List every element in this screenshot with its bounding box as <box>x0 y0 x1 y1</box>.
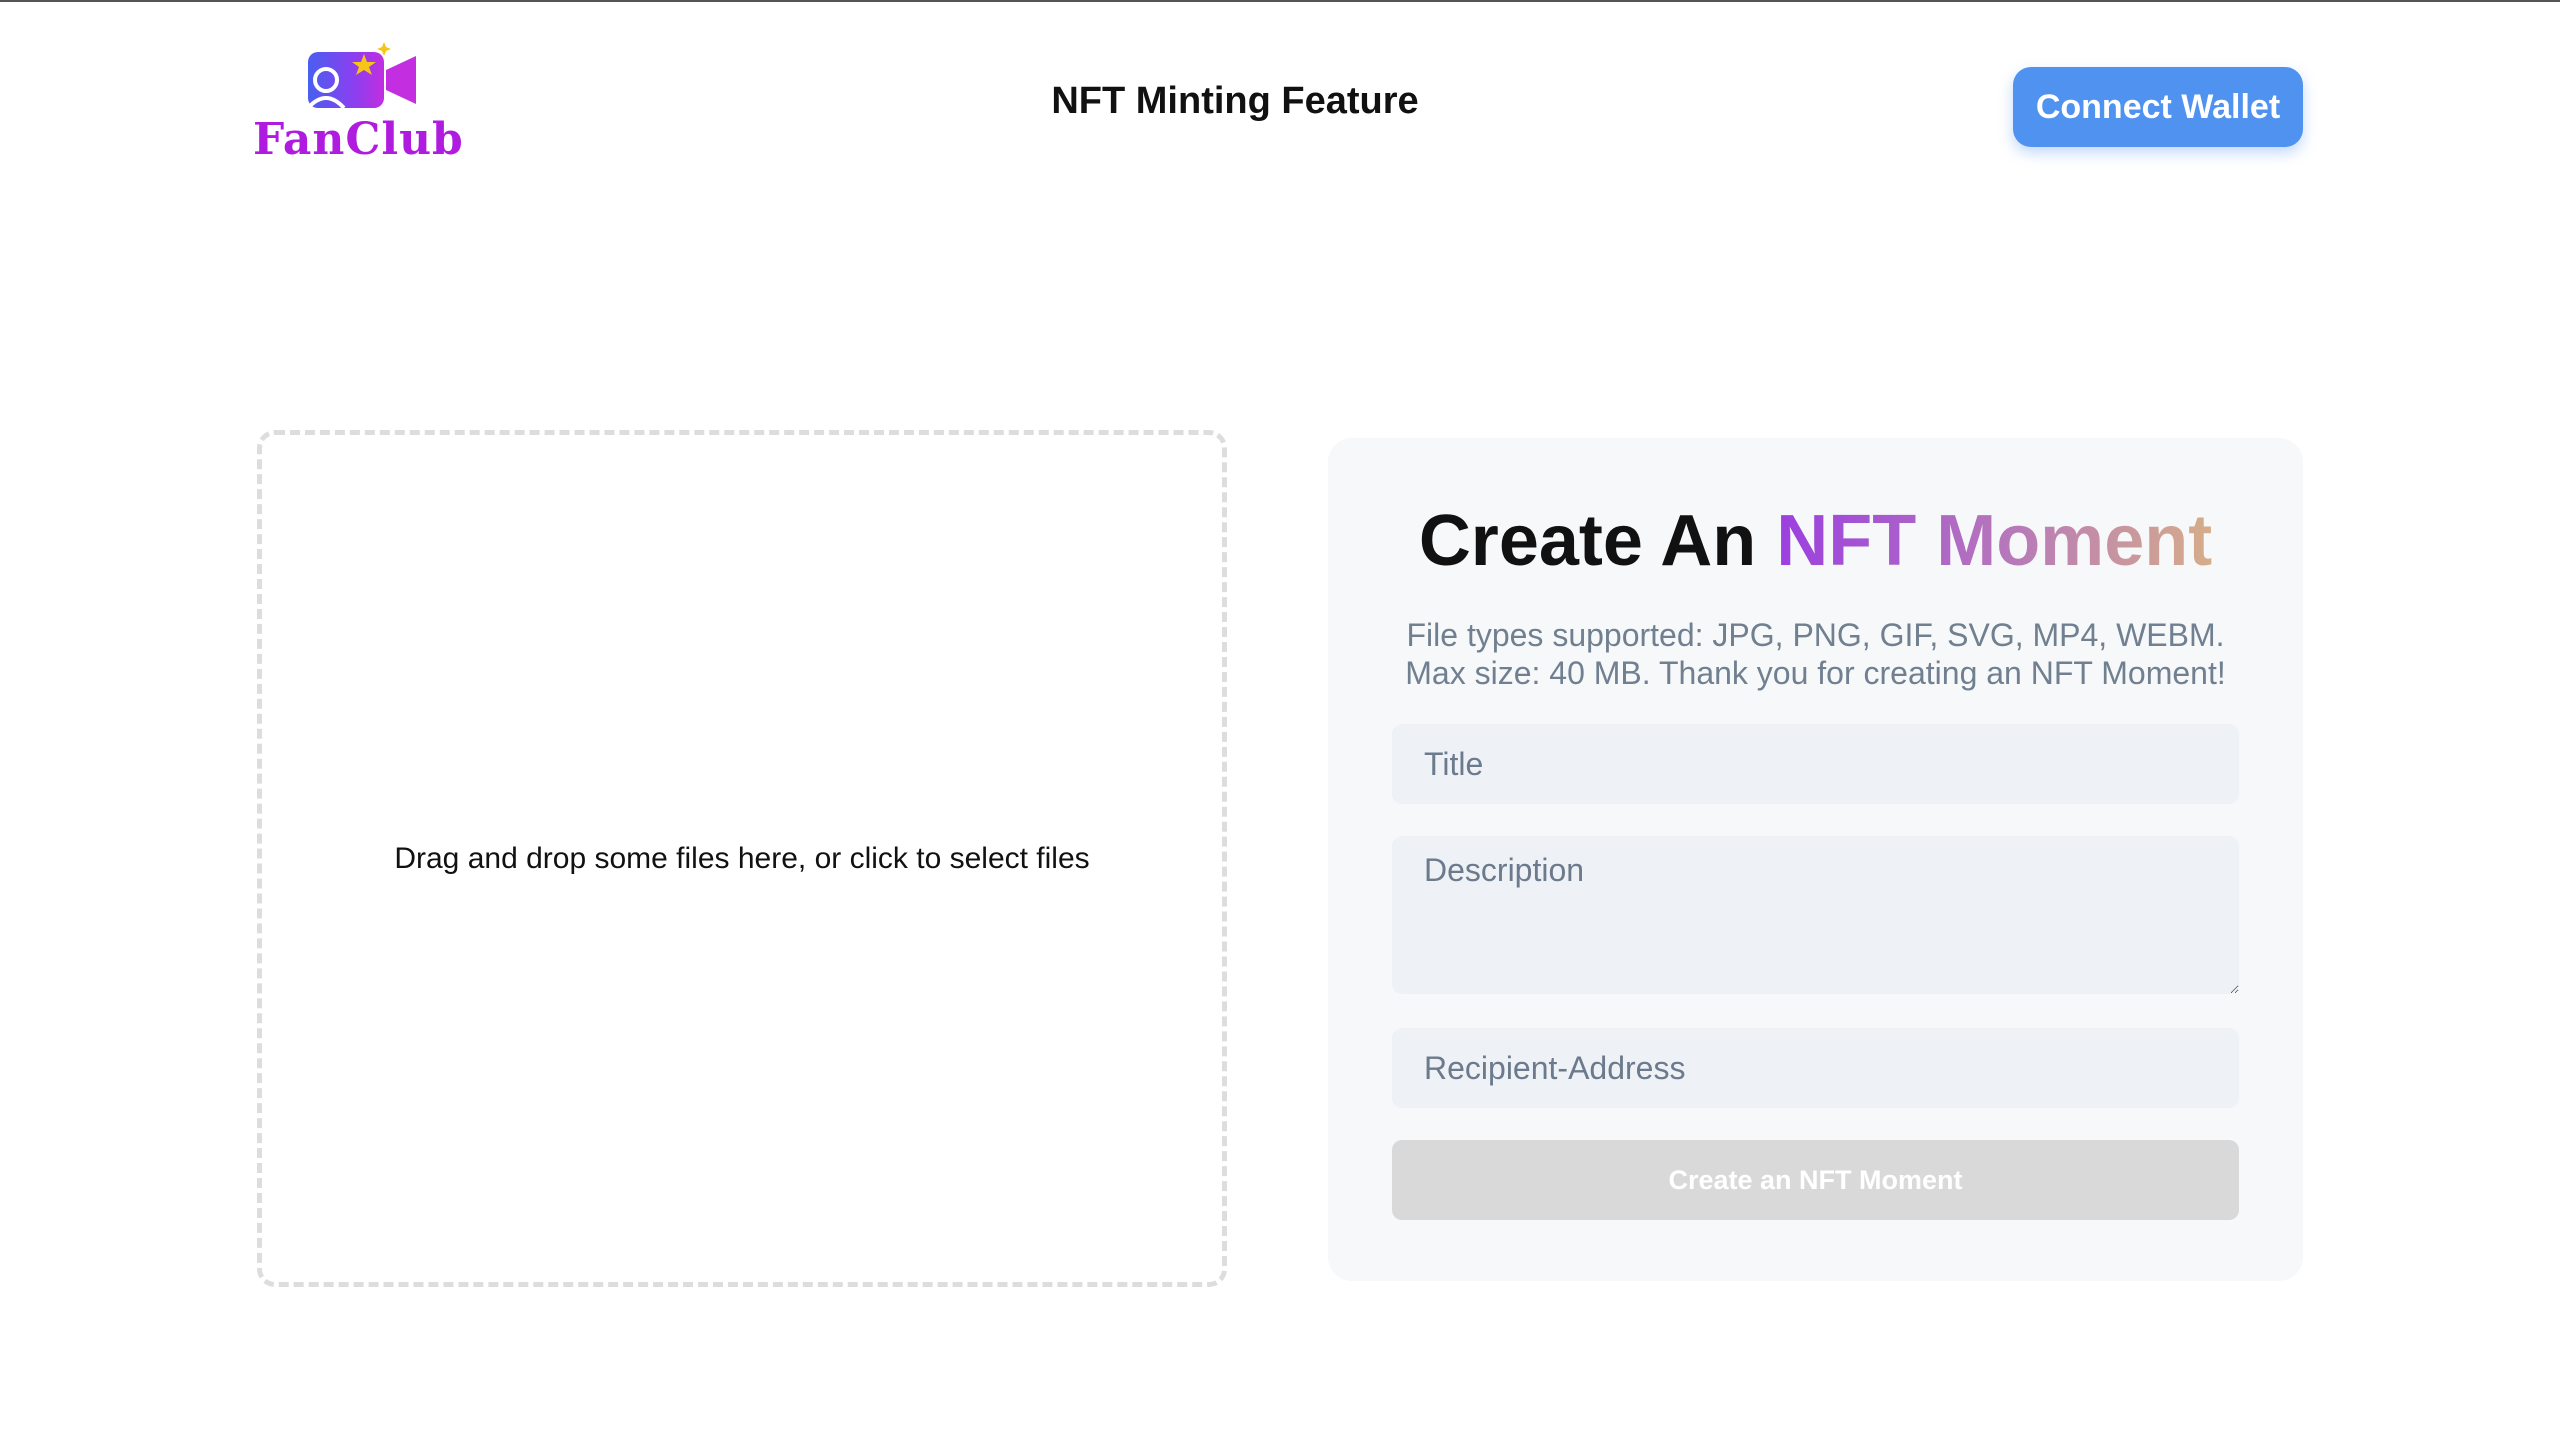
form-subtitle-line-1: File types supported: JPG, PNG, GIF, SVG… <box>1406 617 2225 653</box>
header: FanClub NFT Minting Feature Connect Wall… <box>0 0 2560 200</box>
fanclub-logo[interactable]: FanClub <box>253 36 463 166</box>
form-subtitle-line-2: Max size: 40 MB. Thank you for creating … <box>1405 655 2226 691</box>
connect-wallet-button[interactable]: Connect Wallet <box>2013 67 2303 147</box>
page-title: NFT Minting Feature <box>1051 80 1419 122</box>
form-heading-highlight: NFT Moment <box>1776 501 2213 581</box>
create-nft-moment-button[interactable]: Create an NFT Moment <box>1392 1140 2239 1220</box>
file-dropzone[interactable]: Drag and drop some files here, or click … <box>257 430 1227 1287</box>
logo-camera-icon <box>306 42 416 110</box>
title-input[interactable] <box>1392 724 2239 804</box>
logo-text: FanClub <box>253 114 464 165</box>
form-heading: Create An NFT Moment <box>1328 500 2303 582</box>
dropzone-prompt: Drag and drop some files here, or click … <box>394 841 1090 875</box>
form-subtitle: File types supported: JPG, PNG, GIF, SVG… <box>1328 616 2303 692</box>
create-nft-form-card: Create An NFT Moment File types supporte… <box>1328 438 2303 1281</box>
description-textarea[interactable] <box>1392 836 2239 994</box>
recipient-address-input[interactable] <box>1392 1028 2239 1108</box>
form-heading-prefix: Create An <box>1418 501 1777 581</box>
